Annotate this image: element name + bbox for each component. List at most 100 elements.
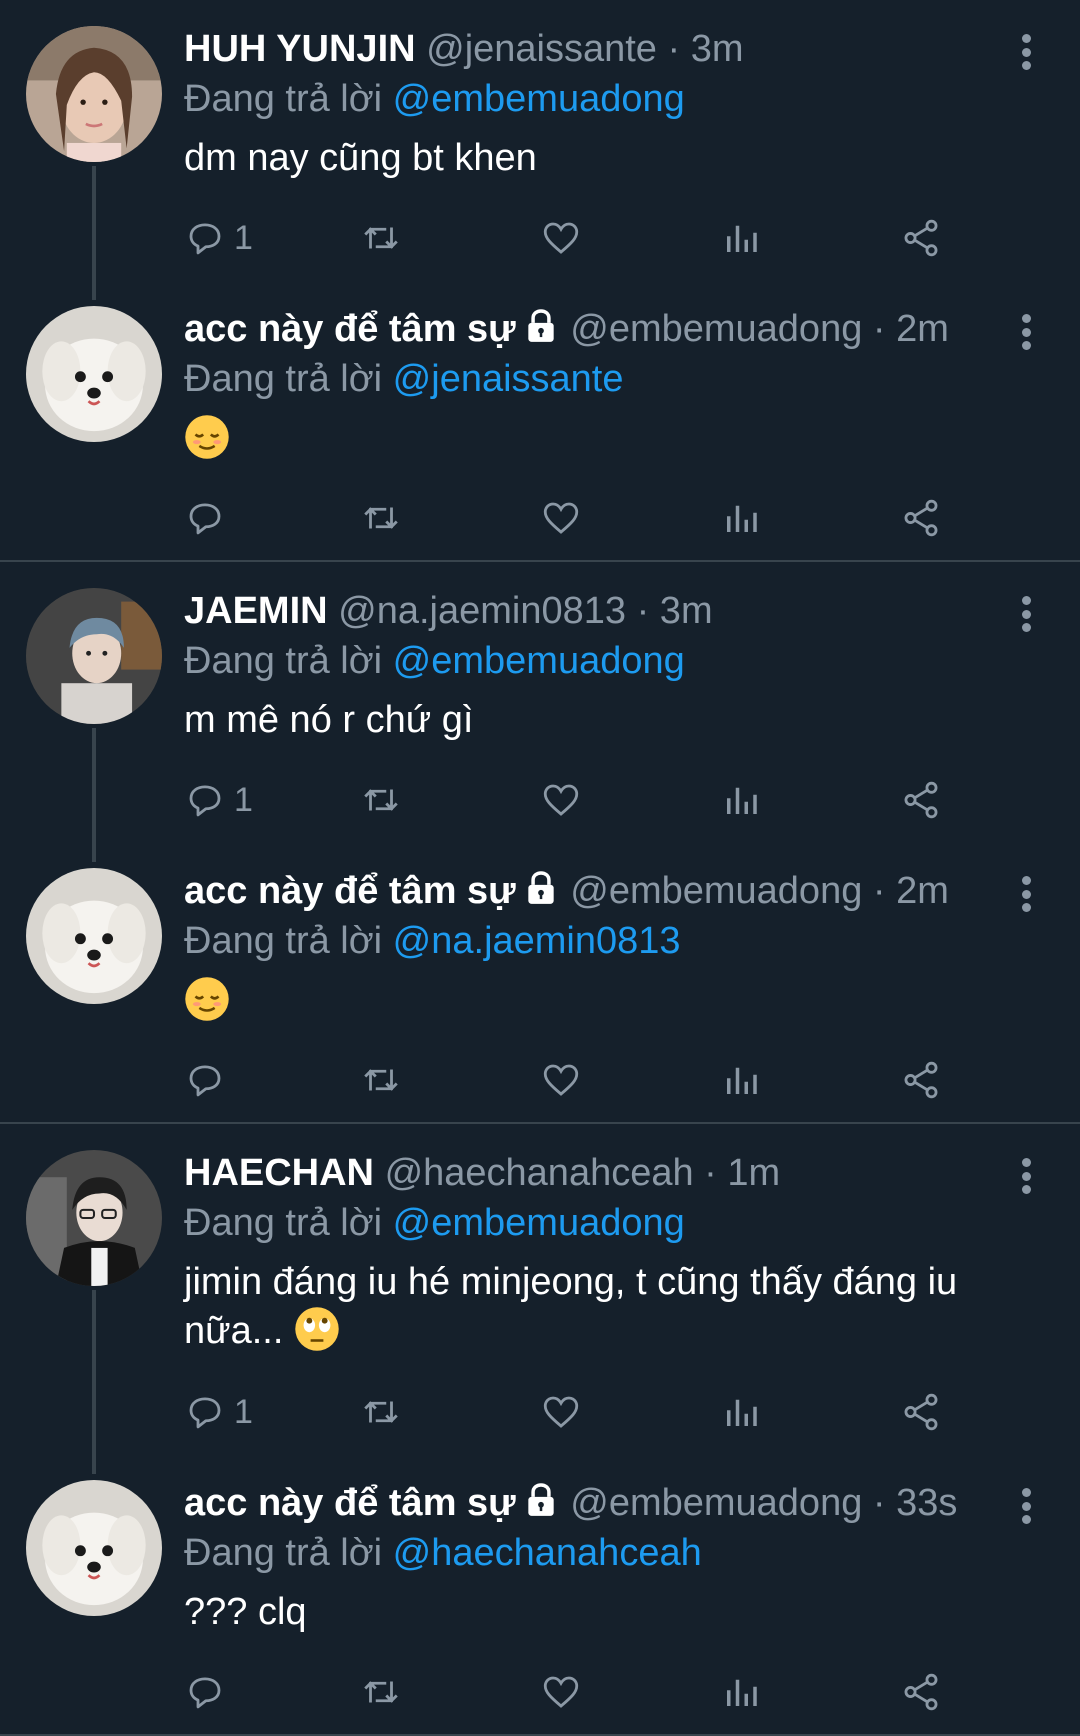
display-name[interactable]: acc này để tâm sự: [184, 870, 516, 912]
user-handle[interactable]: @jenaissante: [426, 28, 657, 70]
heart-icon: [543, 1396, 579, 1428]
mention-link[interactable]: @jenaissante: [393, 358, 624, 400]
tweet[interactable]: JAEMIN @na.jaemin0813 · 3m Đang trả lời …: [0, 562, 1080, 862]
like-button[interactable]: [540, 494, 582, 542]
heart-icon: [543, 1676, 579, 1708]
analytics-button[interactable]: [720, 494, 762, 542]
reply-icon: [189, 785, 221, 817]
retweet-button[interactable]: [360, 214, 402, 262]
avatar[interactable]: [26, 1150, 162, 1286]
display-name[interactable]: acc này để tâm sự: [184, 1482, 516, 1524]
share-icon: [904, 781, 938, 819]
analytics-button[interactable]: [720, 214, 762, 262]
timestamp[interactable]: · 1m: [704, 1152, 780, 1194]
share-button[interactable]: [900, 776, 942, 824]
analytics-icon: [727, 225, 757, 252]
like-button[interactable]: [540, 776, 582, 824]
mention-link[interactable]: @embemuadong: [393, 640, 685, 682]
timestamp[interactable]: · 3m: [668, 28, 744, 70]
tweet[interactable]: acc này để tâm sự @embemuadong · 2m Đang…: [0, 280, 1080, 560]
mention-link[interactable]: @embemuadong: [393, 1202, 685, 1244]
analytics-button[interactable]: [720, 1056, 762, 1104]
analytics-icon: [727, 787, 757, 814]
reply-button[interactable]: 1: [184, 1388, 253, 1436]
more-options-icon[interactable]: [1020, 1158, 1032, 1194]
retweet-icon: [364, 1401, 398, 1423]
display-name[interactable]: JAEMIN: [184, 590, 328, 632]
heart-icon: [543, 784, 579, 816]
action-bar: 1: [184, 776, 1020, 824]
avatar[interactable]: [26, 26, 162, 162]
thread: HUH YUNJIN @jenaissante · 3m Đang trả lờ…: [0, 0, 1080, 560]
replying-to: Đang trả lời @jenaissante: [184, 354, 624, 404]
retweet-button[interactable]: [360, 494, 402, 542]
timestamp[interactable]: · 2m: [873, 870, 949, 912]
tweet[interactable]: HAECHAN @haechanahceah · 1m Đang trả lời…: [0, 1124, 1080, 1474]
share-icon: [904, 219, 938, 257]
avatar[interactable]: [26, 1480, 162, 1616]
timestamp[interactable]: · 2m: [873, 308, 949, 350]
user-handle[interactable]: @embemuadong: [570, 870, 862, 912]
tweet[interactable]: acc này để tâm sự @embemuadong · 33s Đan…: [0, 1454, 1080, 1734]
mention-link[interactable]: @haechanahceah: [393, 1532, 702, 1574]
reply-icon: [189, 223, 221, 255]
analytics-button[interactable]: [720, 1668, 762, 1716]
reply-button[interactable]: [184, 1056, 226, 1104]
like-button[interactable]: [540, 1388, 582, 1436]
user-handle[interactable]: @embemuadong: [570, 1482, 862, 1524]
like-button[interactable]: [540, 1056, 582, 1104]
more-options-icon[interactable]: [1020, 314, 1032, 350]
reply-icon: [189, 503, 221, 535]
more-options-icon[interactable]: [1020, 1488, 1032, 1524]
timestamp[interactable]: · 33s: [873, 1482, 957, 1524]
mention-link[interactable]: @embemuadong: [393, 78, 685, 120]
share-button[interactable]: [900, 1056, 942, 1104]
share-button[interactable]: [900, 1388, 942, 1436]
user-handle[interactable]: @embemuadong: [570, 308, 862, 350]
retweet-button[interactable]: [360, 1056, 402, 1104]
more-options-icon[interactable]: [1020, 596, 1032, 632]
mention-link[interactable]: @na.jaemin0813: [393, 920, 681, 962]
display-name[interactable]: HUH YUNJIN: [184, 28, 416, 70]
tweet-header: HUH YUNJIN @jenaissante · 3m: [184, 24, 1010, 74]
lock-icon: [528, 1483, 554, 1516]
analytics-button[interactable]: [720, 776, 762, 824]
tweet[interactable]: HUH YUNJIN @jenaissante · 3m Đang trả lờ…: [0, 0, 1080, 300]
thread: HAECHAN @haechanahceah · 1m Đang trả lời…: [0, 1124, 1080, 1734]
share-icon: [904, 1393, 938, 1431]
more-options-icon[interactable]: [1020, 34, 1032, 70]
reply-count: 1: [234, 780, 253, 819]
share-icon: [904, 1061, 938, 1099]
reply-icon: [189, 1397, 221, 1429]
tweet-header: JAEMIN @na.jaemin0813 · 3m: [184, 586, 1010, 636]
reply-button[interactable]: [184, 1668, 226, 1716]
share-button[interactable]: [900, 494, 942, 542]
display-name[interactable]: HAECHAN: [184, 1152, 374, 1194]
rolling-eyes-emoji: [295, 1307, 339, 1351]
tweet-text: ??? clq: [184, 1591, 307, 1633]
user-handle[interactable]: @na.jaemin0813: [338, 590, 626, 632]
avatar[interactable]: [26, 306, 162, 442]
timestamp[interactable]: · 3m: [637, 590, 713, 632]
tweet[interactable]: acc này để tâm sự @embemuadong · 2m Đang…: [0, 842, 1080, 1122]
tweet-header: HAECHAN @haechanahceah · 1m: [184, 1148, 1010, 1198]
avatar[interactable]: [26, 588, 162, 724]
like-button[interactable]: [540, 214, 582, 262]
like-button[interactable]: [540, 1668, 582, 1716]
display-name[interactable]: acc này để tâm sự: [184, 308, 516, 350]
reply-button[interactable]: 1: [184, 776, 253, 824]
reply-button[interactable]: [184, 494, 226, 542]
share-button[interactable]: [900, 1668, 942, 1716]
more-options-icon[interactable]: [1020, 876, 1032, 912]
heart-icon: [543, 502, 579, 534]
replying-to: Đang trả lời @embemuadong: [184, 1198, 685, 1248]
reply-button[interactable]: 1: [184, 214, 253, 262]
avatar[interactable]: [26, 868, 162, 1004]
analytics-button[interactable]: [720, 1388, 762, 1436]
retweet-button[interactable]: [360, 1388, 402, 1436]
share-button[interactable]: [900, 214, 942, 262]
retweet-icon: [364, 789, 398, 811]
user-handle[interactable]: @haechanahceah: [385, 1152, 694, 1194]
retweet-button[interactable]: [360, 1668, 402, 1716]
retweet-button[interactable]: [360, 776, 402, 824]
